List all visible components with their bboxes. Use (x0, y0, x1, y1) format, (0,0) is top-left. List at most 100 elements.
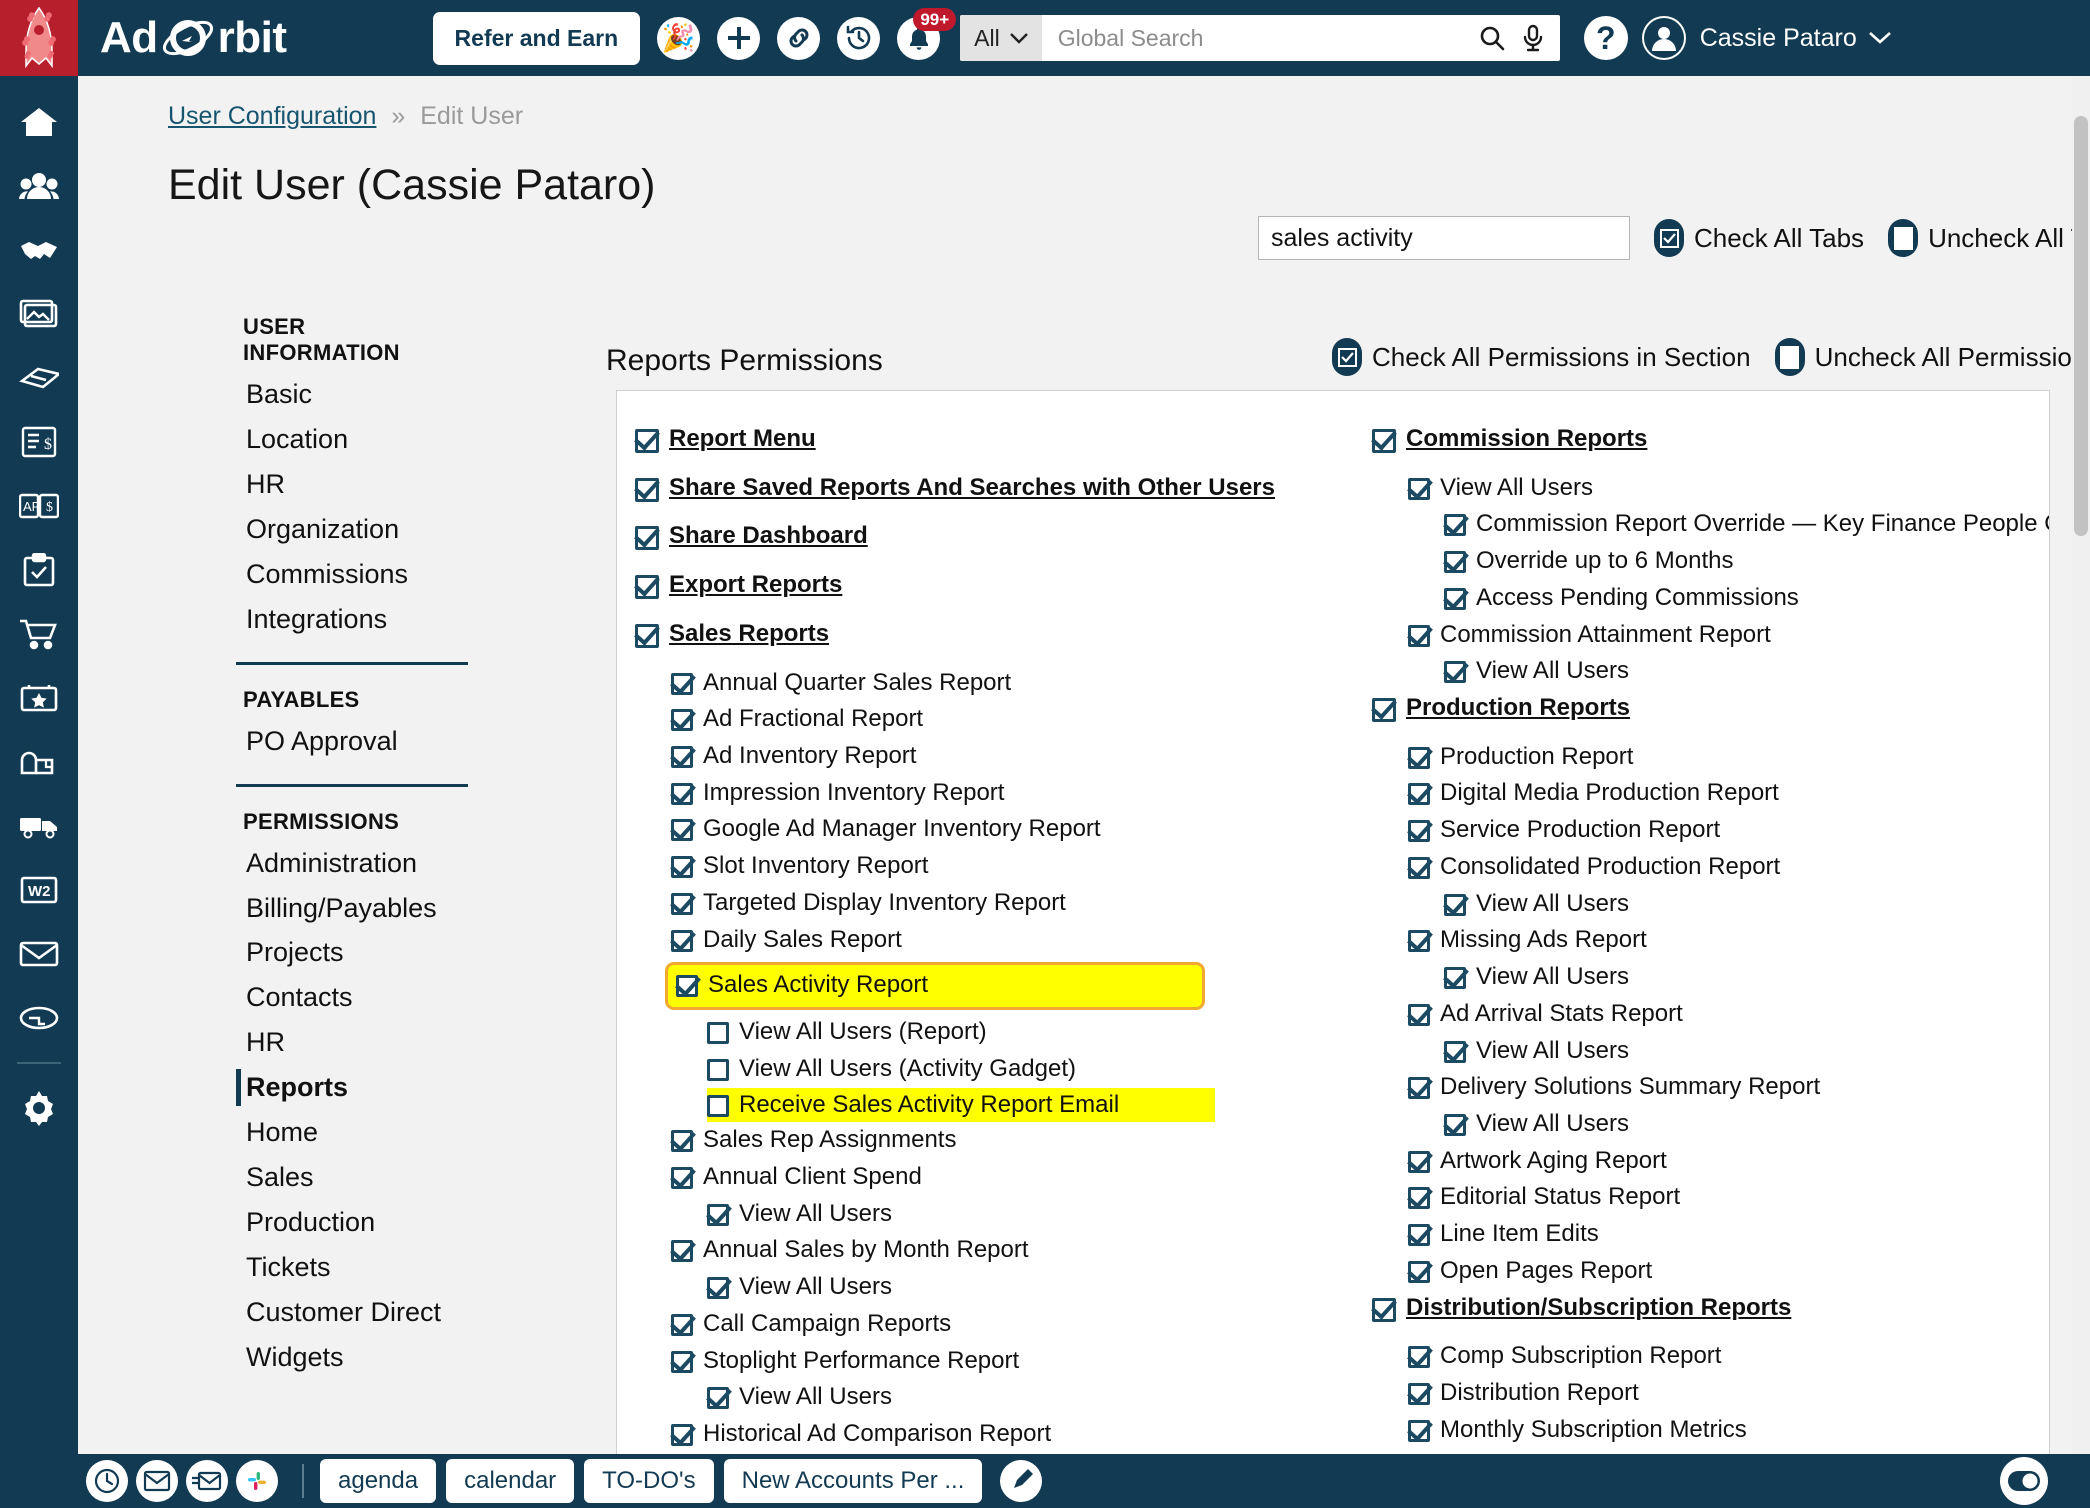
permission-row[interactable]: Receive Sales Activity Report Email (707, 1087, 1215, 1123)
envelope-arrow-icon[interactable] (186, 1460, 228, 1502)
rail-item-sales[interactable] (0, 218, 78, 282)
subnav-item-hr[interactable]: HR (168, 1020, 468, 1065)
permission-row[interactable]: Report Menu (635, 421, 1332, 458)
taskbar-button-todos[interactable]: TO-DO's (584, 1459, 714, 1503)
rail-item-ap-ar[interactable]: AP $ (0, 474, 78, 538)
permission-row[interactable]: Commission Report Override — Key Finance… (1444, 506, 2049, 543)
permission-row[interactable]: View All Users (1444, 886, 2049, 923)
slack-icon[interactable] (236, 1460, 278, 1502)
permission-row[interactable]: Annual Client Spend (671, 1159, 1332, 1196)
permission-row[interactable]: Google Ad Manager Inventory Report (671, 811, 1332, 848)
checkbox-checked-icon[interactable] (1408, 1419, 1430, 1442)
permission-row[interactable]: Production Report (1408, 739, 2049, 776)
subnav-item-hr[interactable]: HR (168, 462, 468, 507)
subnav-item-production[interactable]: Production (168, 1200, 468, 1245)
vertical-scrollbar[interactable] (2072, 76, 2090, 1454)
checkbox-checked-icon[interactable] (707, 1203, 729, 1226)
subnav-item-contacts[interactable]: Contacts (168, 975, 468, 1020)
taskbar-button-new-accounts[interactable]: New Accounts Per ... (723, 1459, 983, 1503)
rail-item-tickets[interactable] (0, 346, 78, 410)
clock-icon[interactable] (86, 1460, 128, 1502)
checkbox-checked-icon[interactable] (635, 623, 659, 648)
permission-row[interactable]: Stoplight Performance Report (671, 1343, 1332, 1380)
permission-row[interactable]: Historical Ad Comparison Report (671, 1416, 1332, 1453)
global-search-input[interactable] (1041, 15, 1462, 61)
checkbox-checked-icon[interactable] (671, 929, 693, 952)
rail-item-distribution[interactable] (0, 794, 78, 858)
rail-item-billing[interactable]: $ (0, 410, 78, 474)
checkbox-checked-icon[interactable] (1372, 1297, 1396, 1322)
permission-row[interactable]: View All Users (1408, 470, 2049, 507)
permission-row[interactable]: Sales Activity Report (665, 962, 1205, 1011)
plus-icon[interactable] (717, 16, 761, 60)
link-icon[interactable] (777, 16, 821, 60)
permission-row[interactable]: View All Users (1444, 653, 2049, 690)
checkbox-checked-icon[interactable] (671, 1350, 693, 1373)
subnav-item-sales[interactable]: Sales (168, 1155, 468, 1200)
subnav-item-tickets[interactable]: Tickets (168, 1245, 468, 1290)
permission-row[interactable]: Slot Inventory Report (671, 848, 1332, 885)
permission-row[interactable]: Annual Sales by Month Report (671, 1232, 1332, 1269)
permission-row[interactable]: Ad Fractional Report (671, 701, 1332, 738)
tab-search-input[interactable] (1258, 216, 1630, 260)
rail-item-integrations[interactable] (0, 986, 78, 1050)
permission-row[interactable]: Impression Inventory Report (671, 775, 1332, 812)
checkbox-checked-icon[interactable] (1408, 1260, 1430, 1283)
checkbox-checked-icon[interactable] (671, 1166, 693, 1189)
permission-row[interactable]: Distribution/Subscription Reports (1372, 1290, 2049, 1327)
permission-row[interactable]: Daily Sales Report (671, 922, 1332, 959)
rail-item-w2[interactable]: W2 (0, 858, 78, 922)
checkbox-unchecked-icon[interactable] (707, 1022, 729, 1045)
permission-row[interactable]: Open Pages Report (1408, 1253, 2049, 1290)
rail-item-contacts[interactable] (0, 154, 78, 218)
checkbox-checked-icon[interactable] (1444, 661, 1466, 684)
help-icon[interactable]: ? (1583, 16, 1628, 60)
refer-and-earn-button[interactable]: Refer and Earn (432, 11, 641, 65)
checkbox-checked-icon[interactable] (1408, 1346, 1430, 1369)
rail-item-tasks[interactable] (0, 538, 78, 602)
checkbox-checked-icon[interactable] (1408, 783, 1430, 806)
checkbox-checked-icon[interactable] (635, 477, 659, 502)
permission-row[interactable]: Missing Ads Report (1408, 922, 2049, 959)
rail-item-mailbox[interactable] (0, 730, 78, 794)
subnav-item-location[interactable]: Location (168, 417, 468, 462)
permission-row[interactable]: Export Reports (635, 567, 1332, 604)
checkbox-checked-icon[interactable] (1408, 624, 1430, 647)
permission-row[interactable]: View All Users (1444, 1106, 2049, 1143)
chevron-down-icon[interactable] (1868, 31, 1891, 45)
checkbox-checked-icon[interactable] (671, 1130, 693, 1153)
checkbox-checked-icon[interactable] (1444, 551, 1466, 574)
permission-row[interactable]: Sales Rep Assignments (671, 1122, 1332, 1159)
permission-row[interactable]: View All Users (707, 1379, 1332, 1416)
subnav-item-home[interactable]: Home (168, 1110, 468, 1155)
permission-row[interactable]: Share Saved Reports And Searches with Ot… (635, 470, 1332, 507)
permission-row[interactable]: Consolidated Production Report (1408, 849, 2049, 886)
permission-row[interactable]: View All Users (1444, 1033, 2049, 1070)
subnav-item-organization[interactable]: Organization (168, 507, 468, 552)
avatar[interactable] (1641, 16, 1686, 60)
checkbox-checked-icon[interactable] (671, 1240, 693, 1263)
permission-row[interactable]: View All Users (707, 1269, 1332, 1306)
check-all-tabs-button[interactable]: Check All Tabs (1654, 219, 1864, 257)
taskbar-button-calendar[interactable]: calendar (446, 1459, 575, 1503)
permission-row[interactable]: Call Campaign Reports (671, 1306, 1332, 1343)
checkbox-checked-icon[interactable] (1408, 477, 1430, 500)
uncheck-all-permissions-button[interactable]: Uncheck All Permissions in Section (1774, 338, 2090, 376)
checkbox-checked-icon[interactable] (707, 1387, 729, 1410)
permission-row[interactable]: View All Users (707, 1196, 1332, 1233)
rail-item-email[interactable] (0, 922, 78, 986)
app-logo[interactable] (0, 0, 78, 76)
bell-icon[interactable]: 99+ (897, 7, 957, 60)
permission-row[interactable]: Ad Inventory Report (671, 738, 1332, 775)
checkbox-checked-icon[interactable] (671, 892, 693, 915)
checkbox-checked-icon[interactable] (635, 526, 659, 551)
checkbox-checked-icon[interactable] (1444, 514, 1466, 537)
subnav-item-widgets[interactable]: Widgets (168, 1335, 468, 1380)
uncheck-all-tabs-button[interactable]: Uncheck All Tabs (1888, 219, 2090, 257)
rail-item-media[interactable] (0, 282, 78, 346)
checkbox-checked-icon[interactable] (635, 575, 659, 600)
toggle-switch-icon[interactable] (2000, 1457, 2048, 1505)
checkbox-checked-icon[interactable] (1408, 930, 1430, 953)
permission-row[interactable]: Commission Reports (1372, 421, 2049, 458)
checkbox-checked-icon[interactable] (1372, 429, 1396, 453)
